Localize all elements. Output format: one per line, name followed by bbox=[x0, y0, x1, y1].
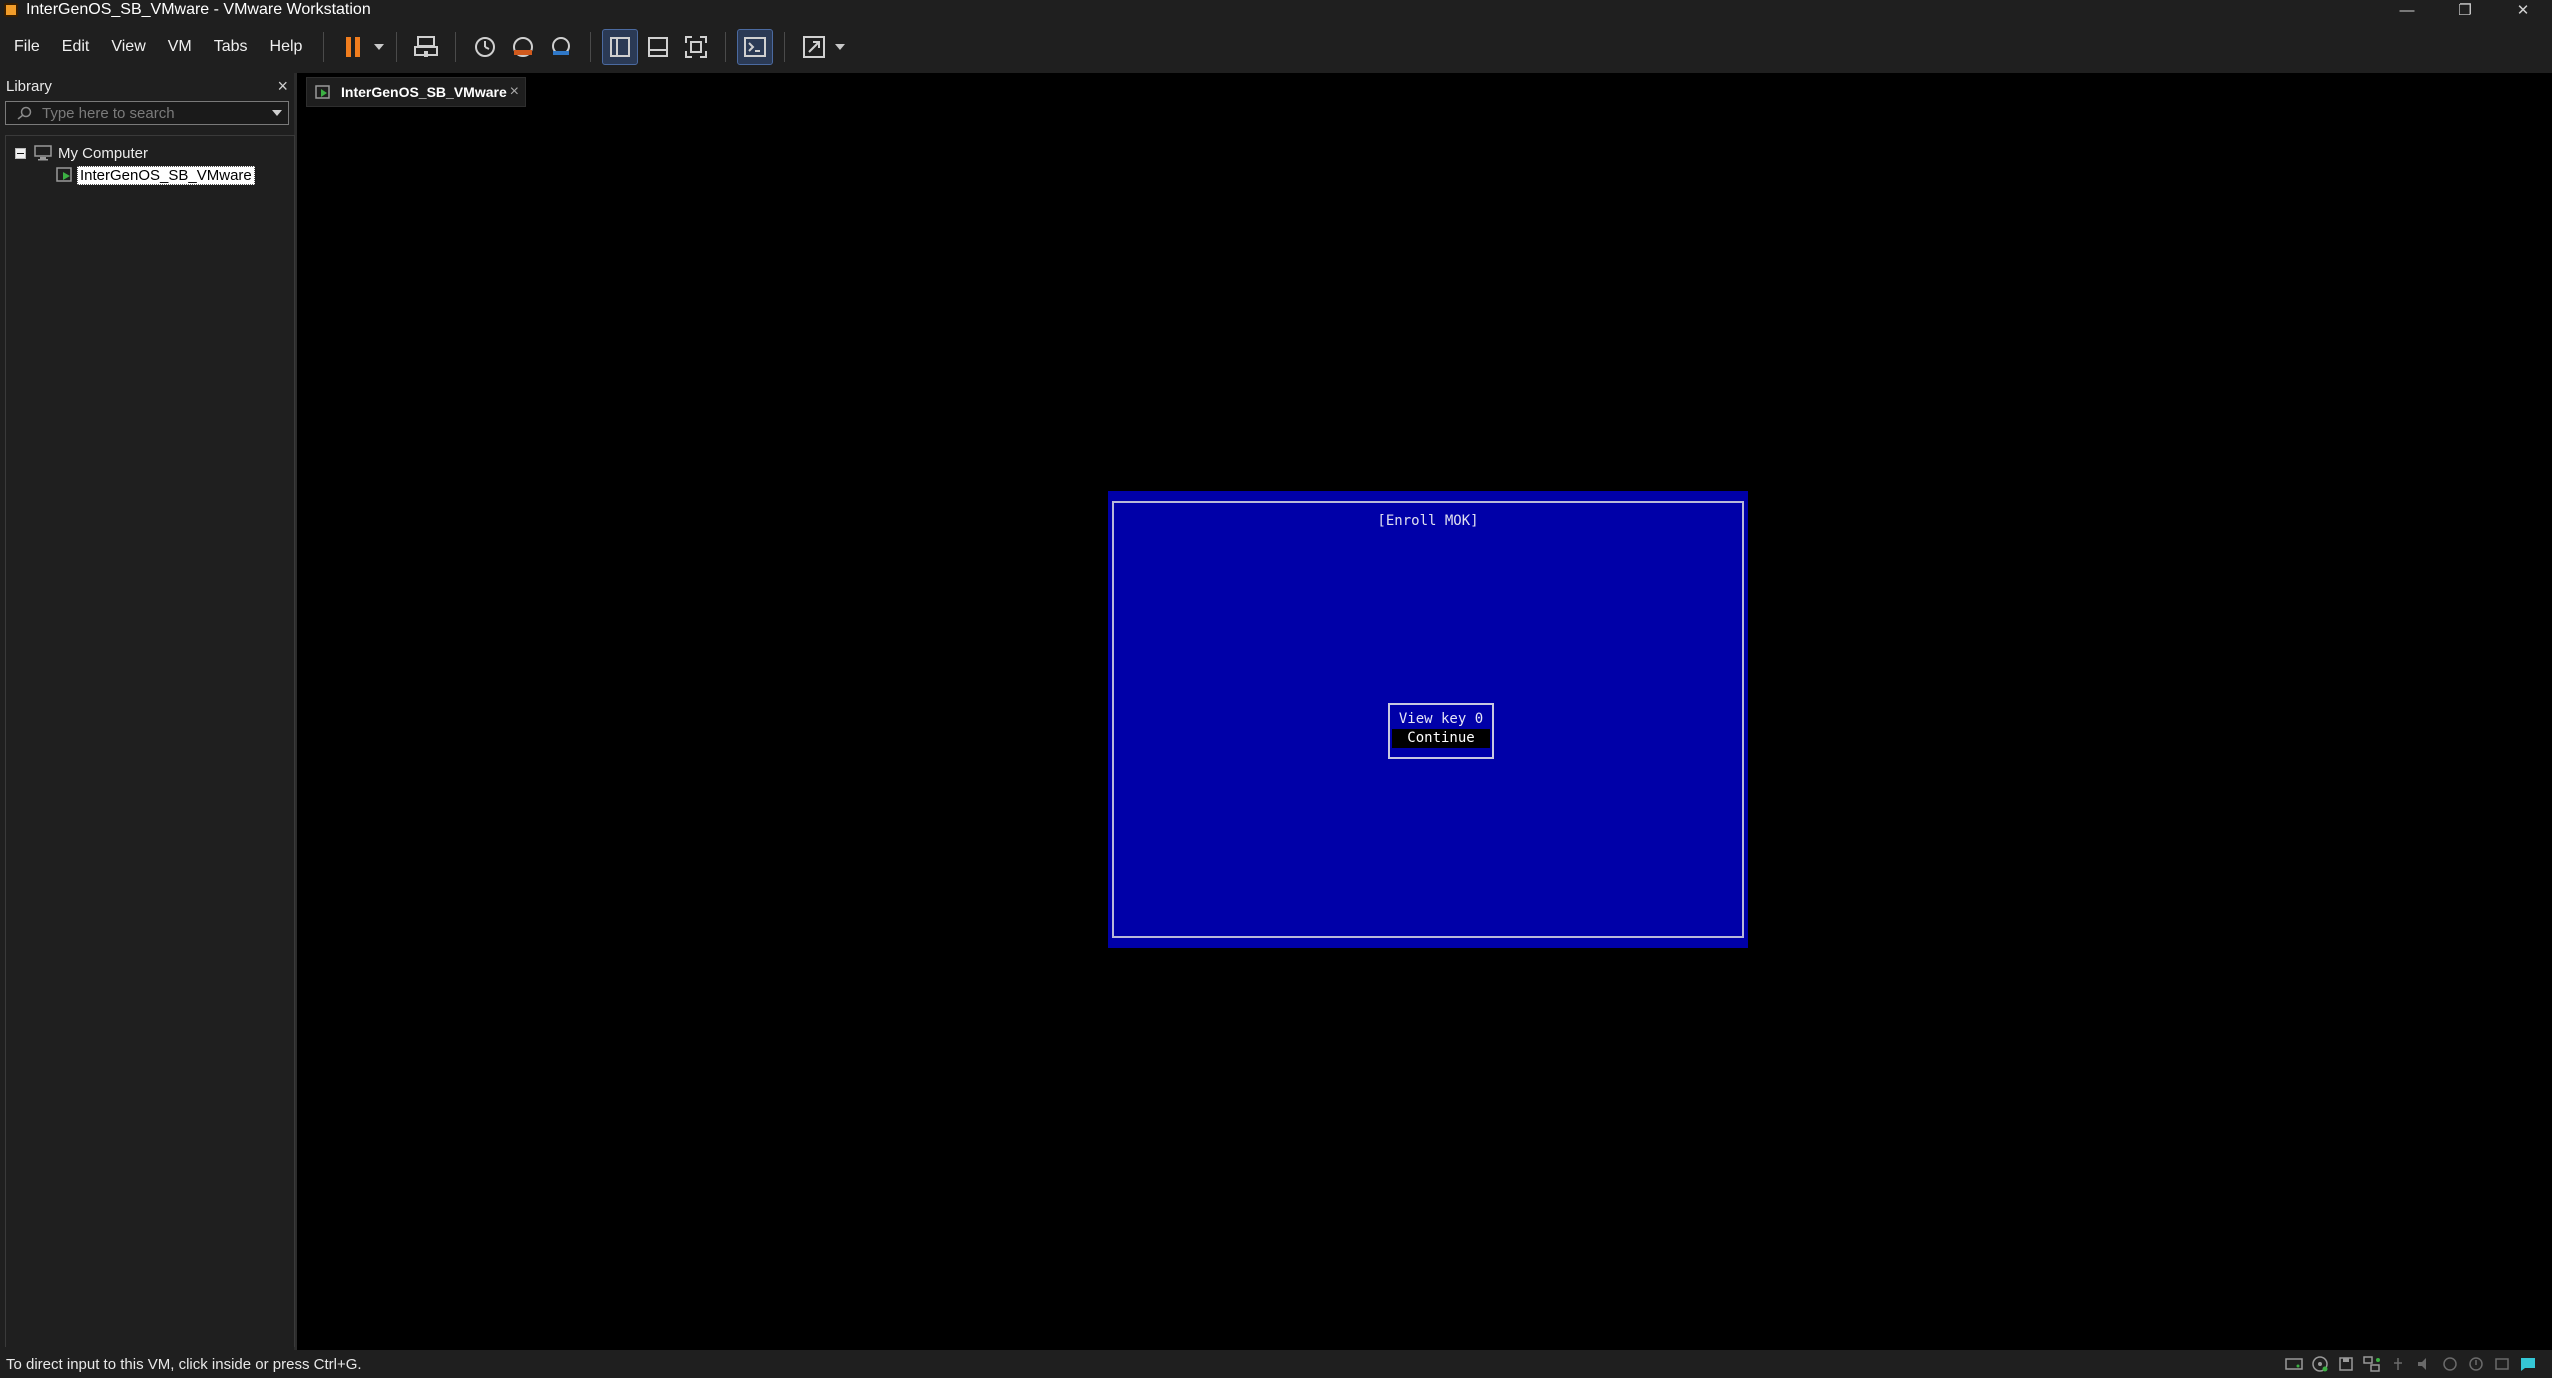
search-dropdown-icon[interactable] bbox=[266, 110, 288, 116]
mok-menu-item-continue[interactable]: Continue bbox=[1392, 729, 1490, 748]
search-icon bbox=[16, 106, 32, 120]
tree-item-my-computer[interactable]: My Computer bbox=[15, 143, 148, 163]
message-icon[interactable] bbox=[2492, 1354, 2512, 1374]
library-search[interactable] bbox=[5, 101, 289, 125]
revert-snapshot-icon[interactable] bbox=[505, 29, 541, 65]
library-tree: My Computer InterGenOS_SB_VMware bbox=[5, 135, 295, 1347]
notification-icon[interactable] bbox=[2518, 1354, 2538, 1374]
collapse-toggle-icon[interactable] bbox=[15, 147, 26, 159]
close-button[interactable]: ✕ bbox=[2494, 0, 2552, 20]
toolbar-separator bbox=[455, 31, 457, 62]
tab-close-icon[interactable]: × bbox=[510, 83, 519, 101]
title-bar: InterGenOS_SB_VMware - VMware Workstatio… bbox=[0, 0, 2552, 20]
restore-button[interactable]: ❐ bbox=[2436, 0, 2494, 20]
pause-icon[interactable] bbox=[335, 29, 371, 65]
library-header: Library × bbox=[0, 73, 294, 99]
mok-title: [Enroll MOK] bbox=[1377, 513, 1479, 529]
library-panel: Library × My Computer InterGenOS_SB_VMwa… bbox=[0, 73, 297, 1350]
tab-vm[interactable]: InterGenOS_SB_VMware × bbox=[306, 77, 526, 107]
display-icon[interactable] bbox=[2466, 1354, 2486, 1374]
vm-running-icon bbox=[56, 166, 74, 184]
menu-file[interactable]: File bbox=[0, 20, 51, 73]
send-ctrl-alt-del-icon[interactable] bbox=[408, 29, 444, 65]
hard-disk-icon[interactable] bbox=[2284, 1354, 2304, 1374]
computer-icon bbox=[34, 145, 52, 161]
mok-menu-item-view-key[interactable]: View key 0 bbox=[1392, 710, 1490, 729]
device-status-icons bbox=[2284, 1354, 2538, 1374]
vm-running-icon bbox=[315, 84, 331, 100]
thumbnail-bar-icon[interactable] bbox=[640, 29, 676, 65]
floppy-icon[interactable] bbox=[2336, 1354, 2356, 1374]
full-screen-icon[interactable] bbox=[678, 29, 714, 65]
toolbar-separator bbox=[396, 31, 398, 62]
stretch-guest-icon[interactable] bbox=[796, 29, 832, 65]
window-title: InterGenOS_SB_VMware - VMware Workstatio… bbox=[26, 1, 371, 18]
mok-frame: [Enroll MOK] View key 0 Continue bbox=[1112, 501, 1744, 938]
tree-item-vm[interactable]: InterGenOS_SB_VMware bbox=[56, 165, 255, 185]
toolbar-separator bbox=[725, 31, 727, 62]
status-text: To direct input to this VM, click inside… bbox=[6, 1355, 362, 1373]
menu-tabs[interactable]: Tabs bbox=[203, 20, 259, 73]
menu-view[interactable]: View bbox=[100, 20, 156, 73]
power-dropdown-icon[interactable] bbox=[372, 43, 386, 50]
snapshot-manager-icon[interactable] bbox=[543, 29, 579, 65]
vmware-app-icon bbox=[4, 3, 18, 17]
minimize-button[interactable]: — bbox=[2378, 0, 2436, 20]
menu-edit[interactable]: Edit bbox=[51, 20, 101, 73]
tree-label-my-computer: My Computer bbox=[58, 144, 149, 162]
mok-screen[interactable]: [Enroll MOK] View key 0 Continue bbox=[1108, 491, 1748, 948]
sound-icon[interactable] bbox=[2414, 1354, 2434, 1374]
console-view-icon[interactable] bbox=[737, 28, 774, 65]
toolbar-separator bbox=[323, 31, 325, 62]
window-controls: — ❐ ✕ bbox=[2378, 0, 2552, 20]
cd-dvd-icon[interactable] bbox=[2310, 1354, 2330, 1374]
tab-bar: InterGenOS_SB_VMware × bbox=[300, 73, 2552, 113]
tree-label-vm: InterGenOS_SB_VMware bbox=[77, 165, 255, 185]
menu-help[interactable]: Help bbox=[259, 20, 314, 73]
library-title: Library bbox=[6, 77, 52, 95]
show-library-icon[interactable] bbox=[602, 28, 639, 65]
usb-icon[interactable] bbox=[2388, 1354, 2408, 1374]
toolbar-separator bbox=[784, 31, 786, 62]
mok-menu: View key 0 Continue bbox=[1388, 703, 1494, 759]
menu-vm[interactable]: VM bbox=[157, 20, 203, 73]
network-icon[interactable] bbox=[2362, 1354, 2382, 1374]
tab-label: InterGenOS_SB_VMware bbox=[341, 84, 507, 100]
menu-toolbar: File Edit View VM Tabs Help bbox=[0, 20, 2552, 73]
printer-icon[interactable] bbox=[2440, 1354, 2460, 1374]
status-bar: To direct input to this VM, click inside… bbox=[0, 1350, 2552, 1378]
search-input[interactable] bbox=[32, 104, 266, 122]
stretch-dropdown-icon[interactable] bbox=[833, 43, 847, 50]
library-close-icon[interactable]: × bbox=[277, 76, 288, 97]
toolbar-separator bbox=[590, 31, 592, 62]
snapshot-icon[interactable] bbox=[467, 29, 503, 65]
